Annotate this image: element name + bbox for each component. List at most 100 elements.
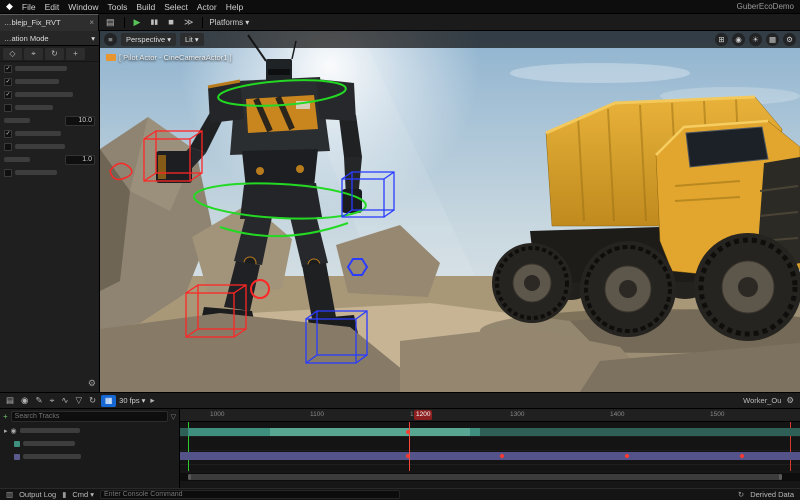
level-viewport[interactable]: ≡ Perspective ▾ Lit ▾ ⊞ ◉ ☀ ▦ ⚙ [ Pilot … xyxy=(100,31,800,392)
skip-button[interactable]: ≫ xyxy=(181,16,196,29)
value-field[interactable]: 1.0 xyxy=(65,154,95,165)
sequencer-save-icon[interactable]: ▤ xyxy=(4,395,16,406)
track-row-anim[interactable] xyxy=(0,437,179,450)
snapper-tool-icon[interactable]: ↻ xyxy=(45,47,64,60)
pivot-tool-icon[interactable]: ⌖ xyxy=(24,47,43,60)
derived-data-button[interactable]: Derived Data xyxy=(750,490,794,499)
view-mode-dropdown[interactable]: Lit ▾ xyxy=(179,33,204,46)
save-button[interactable]: ▤ xyxy=(103,16,118,29)
lighting-icon[interactable]: ☀ xyxy=(749,33,762,46)
track-filter-icon[interactable]: ▽ xyxy=(171,413,176,421)
mode-selector[interactable]: …ation Mode ▾ xyxy=(0,31,99,46)
platforms-dropdown[interactable]: Platforms ▾ xyxy=(209,18,249,27)
close-icon[interactable]: × xyxy=(89,18,94,27)
control-row[interactable] xyxy=(0,101,99,114)
camera-speed-icon[interactable]: ◉ xyxy=(732,33,745,46)
playhead-frame-tag[interactable]: 1200 xyxy=(414,410,433,420)
control-row[interactable]: ✓ xyxy=(0,75,99,88)
playhead[interactable] xyxy=(409,422,410,471)
track-search-input[interactable] xyxy=(10,411,168,422)
control-row[interactable] xyxy=(0,140,99,153)
sequencer-timeline[interactable]: 1000 1100 1200 1300 1400 1500 1200 xyxy=(180,409,800,489)
console-command-input[interactable] xyxy=(99,490,400,499)
twisty-icon[interactable]: ▸ xyxy=(4,427,8,435)
play-button[interactable]: ▶ xyxy=(131,16,144,29)
output-log-button[interactable]: Output Log xyxy=(19,490,56,499)
asset-tab[interactable]: …blejp_Fix_RVT × xyxy=(0,13,99,31)
timeline-ruler[interactable]: 1000 1100 1200 1300 1400 1500 1200 xyxy=(180,409,800,422)
checkbox[interactable] xyxy=(4,142,12,151)
checkbox[interactable] xyxy=(4,103,12,112)
control-row[interactable]: ✓ xyxy=(0,88,99,101)
derived-data-icon: ↻ xyxy=(737,490,745,499)
timeline-tracks-area[interactable] xyxy=(180,422,800,471)
control-row[interactable] xyxy=(0,166,99,179)
control-row[interactable]: ✓ xyxy=(0,62,99,75)
playback-options-icon[interactable]: ↻ xyxy=(87,395,98,406)
viewport-scene[interactable] xyxy=(100,31,800,392)
chevron-down-icon: ▾ xyxy=(245,17,250,27)
checkbox[interactable]: ✓ xyxy=(4,77,12,86)
sequencer-settings-icon[interactable]: ⚙ xyxy=(784,395,796,406)
checkbox[interactable] xyxy=(4,168,12,177)
hamburger-icon[interactable]: ≡ xyxy=(104,33,117,46)
value-field[interactable]: 10.0 xyxy=(65,115,95,126)
checkbox[interactable]: ✓ xyxy=(4,90,12,99)
menu-build[interactable]: Build xyxy=(136,2,155,12)
viewport-settings-icon[interactable]: ⚙ xyxy=(783,33,796,46)
track-row-camera[interactable]: ▸ ◉ xyxy=(0,424,179,437)
viewport-toolbar: ≡ Perspective ▾ Lit ▾ ⊞ ◉ ☀ ▦ ⚙ xyxy=(100,31,800,48)
transform-track-bar[interactable] xyxy=(180,452,800,460)
camera-icon xyxy=(106,54,116,61)
camera-lock-toggle[interactable]: ▦ xyxy=(101,394,117,407)
checkbox[interactable]: ✓ xyxy=(4,64,12,73)
gear-icon[interactable]: ⚙ xyxy=(88,378,96,389)
sequencer-camera-icon[interactable]: ◉ xyxy=(19,395,30,406)
menu-select[interactable]: Select xyxy=(164,2,188,12)
ruler-tick: 1300 xyxy=(510,411,525,418)
grid-snap-icon[interactable]: ▦ xyxy=(766,33,779,46)
unreal-logo-icon: ◆ xyxy=(6,1,13,11)
curve-editor-icon[interactable]: ∿ xyxy=(59,395,70,406)
keyframe[interactable] xyxy=(500,454,504,458)
add-tool-icon[interactable]: + xyxy=(66,47,85,60)
edit-options-icon[interactable]: ✎ xyxy=(33,395,44,406)
marker-icon[interactable]: ▸ xyxy=(148,395,156,406)
menu-file[interactable]: File xyxy=(22,2,36,12)
property-row[interactable]: 1.0 xyxy=(0,153,99,166)
track-row-transform[interactable] xyxy=(0,450,179,463)
menu-edit[interactable]: Edit xyxy=(45,2,60,12)
anim-tools-row: ◇ ⌖ ↻ + xyxy=(0,46,99,62)
filter-icon[interactable]: ▽ xyxy=(74,395,85,406)
fps-dropdown[interactable]: 30 fps ▾ xyxy=(119,396,145,405)
perspective-dropdown[interactable]: Perspective ▾ xyxy=(121,33,176,46)
menu-window[interactable]: Window xyxy=(68,2,98,12)
maximize-icon[interactable]: ⊞ xyxy=(715,33,728,46)
select-tool-icon[interactable]: ◇ xyxy=(3,47,22,60)
keying-icon[interactable]: ⌖ xyxy=(48,395,57,406)
add-track-button[interactable]: + xyxy=(3,412,8,421)
keyframe[interactable] xyxy=(625,454,629,458)
cloud xyxy=(510,63,690,83)
property-label-bar xyxy=(4,118,30,123)
track-color-chip xyxy=(14,453,20,460)
timeline-range-scrollbar[interactable] xyxy=(180,473,800,481)
track-label-bar xyxy=(23,454,81,459)
control-label-bar xyxy=(15,66,67,71)
control-label-bar xyxy=(15,79,59,84)
control-row[interactable]: ✓ xyxy=(0,127,99,140)
property-row[interactable]: 10.0 xyxy=(0,114,99,127)
menu-tools[interactable]: Tools xyxy=(108,2,128,12)
menu-actor[interactable]: Actor xyxy=(197,2,217,12)
cmd-dropdown[interactable]: Cmd ▾ xyxy=(72,490,94,499)
stop-button[interactable]: ◼ xyxy=(165,16,177,29)
main-toolbar: …blejp_Fix_RVT × ▤ ▶ ▮▮ ◼ ≫ Platforms ▾ xyxy=(0,13,800,31)
asset-tab-label: …blejp_Fix_RVT xyxy=(4,18,61,27)
checkbox[interactable]: ✓ xyxy=(4,129,12,138)
menu-help[interactable]: Help xyxy=(226,2,243,12)
range-thumb[interactable] xyxy=(188,474,782,480)
track-label-bar xyxy=(19,428,80,433)
control-label-bar xyxy=(15,131,61,136)
pause-button[interactable]: ▮▮ xyxy=(147,16,161,29)
keyframe[interactable] xyxy=(740,454,744,458)
